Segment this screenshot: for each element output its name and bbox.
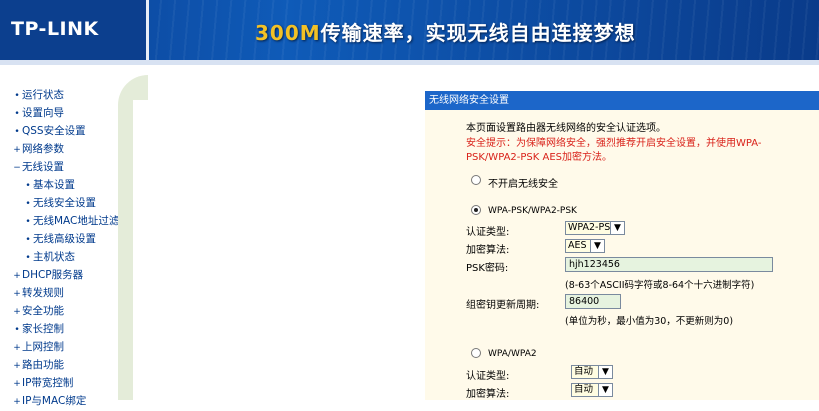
sidebar-item[interactable]: +路由功能 bbox=[0, 356, 119, 374]
sidebar-item[interactable]: +上网控制 bbox=[0, 338, 119, 356]
sidebar-item-label: 家长控制 bbox=[22, 323, 64, 335]
sidebar-item[interactable]: +DHCP服务器 bbox=[0, 266, 119, 284]
auth-type-2-select[interactable]: 自动 ▼ bbox=[571, 365, 613, 379]
radio-no-security-label: 不开启无线安全 bbox=[488, 179, 558, 190]
sidebar-item[interactable]: • 设置向导 bbox=[0, 104, 119, 122]
sidebar-item-label: 无线安全设置 bbox=[33, 197, 96, 209]
slogan-speed: 300M bbox=[255, 21, 321, 45]
group-key-renew-hint: (单位为秒，最小值为30，不更新则为0) bbox=[565, 316, 734, 327]
sidebar-item-label: 网络参数 bbox=[22, 143, 64, 155]
sidebar-item-label: 运行状态 bbox=[22, 89, 64, 101]
sidebar-item[interactable]: +网络参数 bbox=[0, 140, 119, 158]
encryption-2-value: 自动 bbox=[574, 384, 594, 395]
sidebar-item-label: IP与MAC绑定 bbox=[22, 395, 87, 407]
sidebar-item[interactable]: • 无线安全设置 bbox=[0, 194, 119, 212]
psk-password-hint: (8-63个ASCII码字符或8-64个十六进制字符) bbox=[565, 280, 755, 291]
slogan-text: 传输速率，实现无线自由连接梦想 bbox=[320, 21, 636, 45]
sidebar-item-label: 无线设置 bbox=[22, 161, 64, 173]
auth-type-label: 认证类型: bbox=[466, 227, 510, 238]
sidebar-item-label: 主机状态 bbox=[33, 251, 75, 263]
radio-wpa[interactable] bbox=[471, 348, 481, 358]
header-spacer bbox=[0, 65, 819, 75]
sidebar-item-label: 路由功能 bbox=[22, 359, 64, 371]
encryption-2-label: 加密算法: bbox=[466, 389, 510, 400]
sidebar-item-label: 无线MAC地址过滤 bbox=[33, 215, 120, 227]
sidebar-item[interactable]: • 主机状态 bbox=[0, 248, 119, 266]
sidebar-menu: • 运行状态 • 设置向导 • QSS安全设置 +网络参数 −无线设置 • 基本设置 • 无线安全设置… bbox=[0, 75, 119, 407]
chevron-down-icon: ▼ bbox=[590, 240, 604, 252]
sidebar-item[interactable]: • 无线高级设置 bbox=[0, 230, 119, 248]
bullet-icon: + bbox=[13, 307, 21, 317]
bullet-icon: + bbox=[13, 145, 21, 155]
group-key-renew-label: 组密钥更新周期: bbox=[466, 300, 540, 311]
logo-area: TP-LINK bbox=[0, 0, 149, 60]
bullet-icon: • bbox=[25, 235, 31, 245]
bullet-icon: • bbox=[14, 91, 20, 101]
sidebar-item[interactable]: −无线设置 bbox=[0, 158, 119, 176]
sidebar-item[interactable]: +IP与MAC绑定 bbox=[0, 392, 119, 410]
sidebar-item-label: DHCP服务器 bbox=[22, 269, 84, 281]
sidebar-item[interactable]: +IP带宽控制 bbox=[0, 374, 119, 392]
sidebar-item[interactable]: +转发规则 bbox=[0, 284, 119, 302]
encryption-2-select[interactable]: 自动 ▼ bbox=[571, 383, 613, 397]
bullet-icon: + bbox=[13, 343, 21, 353]
radio-wpa-psk-label: WPA-PSK/WPA2-PSK bbox=[488, 206, 577, 216]
chevron-down-icon: ▼ bbox=[598, 366, 612, 378]
sidebar-item[interactable]: • 基本设置 bbox=[0, 176, 119, 194]
auth-type-2-label: 认证类型: bbox=[466, 371, 510, 382]
sidebar-item[interactable]: • 运行状态 bbox=[0, 86, 119, 104]
sidebar-item[interactable]: • 家长控制 bbox=[0, 320, 119, 338]
bullet-icon: • bbox=[14, 109, 20, 119]
sidebar-item[interactable]: • 无线MAC地址过滤 bbox=[0, 212, 119, 230]
encryption-label: 加密算法: bbox=[466, 245, 510, 256]
header-banner: TP-LINK 300M传输速率，实现无线自由连接梦想 bbox=[0, 0, 819, 60]
sidebar-item-label: 设置向导 bbox=[22, 107, 64, 119]
wireless-security-panel: 无线网络安全设置 本页面设置路由器无线网络的安全认证选项。 安全提示：为保障网络… bbox=[425, 91, 819, 400]
bullet-icon: + bbox=[13, 271, 21, 281]
radio-no-security[interactable] bbox=[471, 175, 481, 185]
bullet-icon: − bbox=[13, 163, 21, 173]
radio-wpa-label: WPA/WPA2 bbox=[488, 349, 537, 359]
bullet-icon: • bbox=[14, 127, 20, 137]
sidebar-item-label: QSS安全设置 bbox=[22, 125, 86, 137]
sidebar-list: • 运行状态 • 设置向导 • QSS安全设置 +网络参数 −无线设置 • 基本设置 • 无线安全设置… bbox=[0, 86, 119, 410]
group-key-renew-input[interactable]: 86400 bbox=[565, 294, 621, 309]
chevron-down-icon: ▼ bbox=[610, 222, 624, 234]
auth-type-select[interactable]: WPA2-PSK ▼ bbox=[565, 221, 625, 235]
psk-password-label: PSK密码: bbox=[466, 263, 509, 274]
sidebar-item-label: IP带宽控制 bbox=[22, 377, 74, 389]
bullet-icon: • bbox=[25, 253, 31, 263]
bullet-icon: • bbox=[14, 325, 20, 335]
sidebar-item-label: 基本设置 bbox=[33, 179, 75, 191]
encryption-value: AES bbox=[568, 240, 587, 251]
sidebar-item[interactable]: +安全功能 bbox=[0, 302, 119, 320]
auth-type-2-value: 自动 bbox=[574, 366, 594, 377]
intro-text: 本页面设置路由器无线网络的安全认证选项。 bbox=[466, 123, 666, 134]
bullet-icon: • bbox=[25, 181, 31, 191]
radio-wpa-psk[interactable] bbox=[471, 205, 481, 215]
bullet-icon: + bbox=[13, 379, 21, 389]
sidebar-item-label: 上网控制 bbox=[22, 341, 64, 353]
panel-title: 无线网络安全设置 bbox=[425, 91, 819, 110]
chevron-down-icon: ▼ bbox=[598, 384, 612, 396]
sidebar-item[interactable]: • QSS安全设置 bbox=[0, 122, 119, 140]
sidebar-item-label: 无线高级设置 bbox=[33, 233, 96, 245]
bullet-icon: + bbox=[13, 361, 21, 371]
bullet-icon: + bbox=[13, 289, 21, 299]
sidebar-item-label: 安全功能 bbox=[22, 305, 64, 317]
bullet-icon: + bbox=[13, 397, 21, 407]
sidebar-divider-inner bbox=[133, 100, 148, 400]
security-warning-line2: PSK/WPA2-PSK AES加密方法。 bbox=[466, 152, 613, 163]
header-slogan: 300M传输速率，实现无线自由连接梦想 bbox=[255, 17, 636, 46]
bullet-icon: • bbox=[25, 217, 31, 227]
brand-logo: TP-LINK bbox=[11, 18, 99, 40]
security-warning-line1: 安全提示：为保障网络安全，强烈推荐开启安全设置，并使用WPA- bbox=[466, 138, 762, 149]
encryption-select[interactable]: AES ▼ bbox=[565, 239, 605, 253]
psk-password-input[interactable]: hjh123456 bbox=[565, 257, 773, 272]
bullet-icon: • bbox=[25, 199, 31, 209]
sidebar-item-label: 转发规则 bbox=[22, 287, 64, 299]
